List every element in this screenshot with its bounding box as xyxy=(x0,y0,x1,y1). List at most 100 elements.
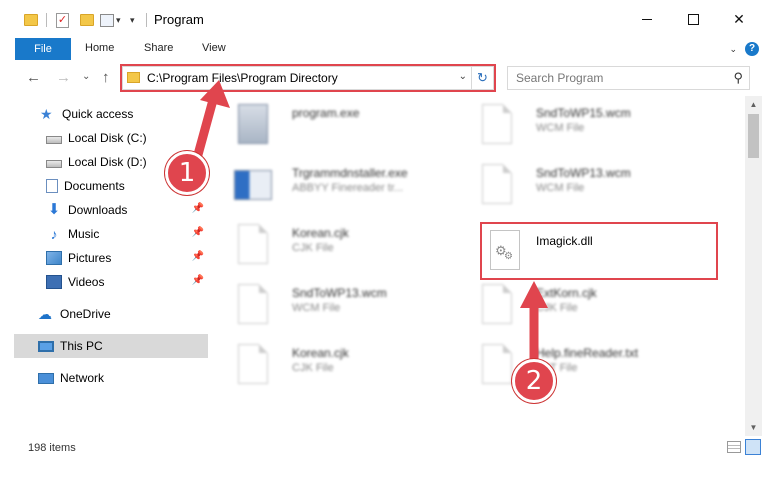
quick-access-separator xyxy=(46,10,47,30)
tab-file[interactable]: File xyxy=(15,38,71,60)
sidebar-item-this-pc[interactable]: This PC xyxy=(14,334,208,358)
qa-dropdown-icon[interactable]: ▾ xyxy=(116,10,121,30)
file-name: program.exe xyxy=(292,106,360,120)
file-icon xyxy=(238,224,268,264)
file-highlight xyxy=(480,222,718,280)
sidebar-item-downloads[interactable]: ⬇ Downloads 📌 xyxy=(46,198,208,222)
file-icon xyxy=(482,344,512,384)
search-placeholder: Search Program xyxy=(516,71,604,85)
pin-icon: 📌 xyxy=(191,203,204,214)
file-name: SndToWP15.wcm xyxy=(536,106,631,120)
file-item[interactable]: SndToWP15.wcm WCM File xyxy=(456,96,686,154)
file-name: ExtKorn.cjk xyxy=(536,286,597,300)
properties-icon[interactable] xyxy=(100,10,114,30)
step-2-badge: 2 xyxy=(512,359,556,403)
sidebar-item-network[interactable]: Network xyxy=(38,366,208,390)
maximize-button[interactable] xyxy=(670,0,716,38)
scroll-up-icon[interactable]: ▲ xyxy=(745,96,762,113)
address-bar-highlight xyxy=(120,64,496,92)
cloud-icon: ☁ xyxy=(38,306,52,322)
tab-view[interactable]: View xyxy=(202,42,226,54)
file-name: Korean.cjk xyxy=(292,226,349,240)
sidebar-item-quick-access[interactable]: ★ Quick access xyxy=(40,102,208,126)
status-bar: 198 items xyxy=(0,436,769,460)
file-icon xyxy=(238,284,268,324)
sidebar-item-pictures[interactable]: Pictures 📌 xyxy=(46,246,208,270)
scrollbar-thumb[interactable] xyxy=(748,114,759,158)
disk-icon xyxy=(46,136,62,144)
music-icon: ♪ xyxy=(50,226,58,242)
file-type: CJK File xyxy=(536,302,578,314)
sidebar-item-local-disk-c[interactable]: Local Disk (C:) xyxy=(46,126,208,150)
sidebar-item-label: OneDrive xyxy=(60,307,111,321)
sidebar-item-label: Videos xyxy=(68,275,105,289)
sidebar-item-label: Documents xyxy=(64,179,125,193)
help-icon[interactable]: ? xyxy=(745,42,759,56)
installer-icon xyxy=(234,170,272,200)
pin-icon: 📌 xyxy=(191,251,204,262)
videos-icon xyxy=(46,275,62,289)
sidebar-item-label: Music xyxy=(68,227,100,241)
folder-icon[interactable] xyxy=(24,10,38,30)
file-item[interactable]: Korean.cjk CJK File xyxy=(212,216,442,274)
step-1-badge: 1 xyxy=(165,151,209,195)
recent-locations-button[interactable]: ⌄ xyxy=(82,71,90,82)
file-icon xyxy=(482,284,512,324)
forward-button[interactable]: → xyxy=(56,69,71,86)
sidebar-item-label: Local Disk (C:) xyxy=(68,131,147,145)
exe-file-icon xyxy=(238,104,268,144)
file-explorer-window: ✓ ▾ ▾ Program ✕ File Home Share View ⌄ ?… xyxy=(0,0,769,478)
details-view-icon[interactable] xyxy=(727,441,741,453)
sidebar-item-label: Network xyxy=(60,371,105,385)
file-name: Help.fineReader.txt xyxy=(536,346,639,360)
sidebar-item-music[interactable]: ♪ Music 📌 xyxy=(46,222,208,246)
large-icons-view-icon[interactable] xyxy=(745,439,761,455)
pin-icon: 📌 xyxy=(191,227,204,238)
file-item[interactable]: SndToWP13.wcm WCM File xyxy=(456,156,686,214)
download-icon: ⬇ xyxy=(47,201,61,218)
sidebar-item-videos[interactable]: Videos 📌 xyxy=(46,270,208,294)
scroll-down-icon[interactable]: ▼ xyxy=(745,419,762,436)
customize-toolbar-icon[interactable]: ▾ xyxy=(130,10,135,30)
network-icon xyxy=(38,372,54,384)
search-input[interactable]: Search Program ⚲ xyxy=(507,66,750,90)
file-item[interactable]: SndToWP13.wcm WCM File xyxy=(212,276,442,334)
properties-check-icon[interactable]: ✓ xyxy=(56,10,69,30)
vertical-scrollbar[interactable]: ▲ ▼ xyxy=(745,96,762,436)
computer-icon xyxy=(38,340,54,352)
tab-home[interactable]: Home xyxy=(85,42,114,54)
file-item[interactable]: Trgrammdnstaller.exe ABBYY Finereader tr… xyxy=(212,156,442,214)
file-icon xyxy=(482,164,512,204)
document-icon xyxy=(46,179,58,193)
sidebar-item-onedrive[interactable]: ☁ OneDrive xyxy=(38,302,208,326)
file-item[interactable]: program.exe xyxy=(212,96,442,154)
file-item[interactable]: ExtKorn.cjk CJK File xyxy=(456,276,686,334)
title-bar: ✓ ▾ ▾ Program ✕ xyxy=(0,0,769,38)
close-button[interactable]: ✕ xyxy=(716,0,762,38)
back-button[interactable]: ← xyxy=(26,69,41,86)
file-name: SndToWP13.wcm xyxy=(292,286,387,300)
item-count: 198 items xyxy=(28,442,76,454)
disk-icon xyxy=(46,160,62,168)
title-separator xyxy=(146,13,147,27)
tab-share[interactable]: Share xyxy=(144,42,173,54)
file-type: CJK File xyxy=(292,242,334,254)
navigation-pane: ★ Quick access Local Disk (C:) Local Dis… xyxy=(0,96,211,436)
file-type: WCM File xyxy=(536,122,585,134)
sidebar-item-label: Downloads xyxy=(68,203,128,217)
file-type: CJK File xyxy=(292,362,334,374)
star-icon: ★ xyxy=(40,106,53,122)
file-type: ABBYY Finereader tr... xyxy=(292,182,404,194)
sidebar-item-label: Local Disk (D:) xyxy=(68,155,147,169)
file-name: Trgrammdnstaller.exe xyxy=(292,166,408,180)
expand-ribbon-icon[interactable]: ⌄ xyxy=(729,44,737,55)
new-folder-icon[interactable] xyxy=(80,10,94,30)
file-item[interactable]: Korean.cjk CJK File xyxy=(212,336,442,394)
pictures-icon xyxy=(46,251,62,265)
search-icon[interactable]: ⚲ xyxy=(733,70,743,86)
window-title: Program xyxy=(154,12,204,27)
file-icon xyxy=(482,104,512,144)
minimize-button[interactable] xyxy=(624,0,670,38)
up-button[interactable]: ↑ xyxy=(102,69,110,86)
file-item[interactable]: Help.fineReader.txt TXT File xyxy=(456,336,686,394)
